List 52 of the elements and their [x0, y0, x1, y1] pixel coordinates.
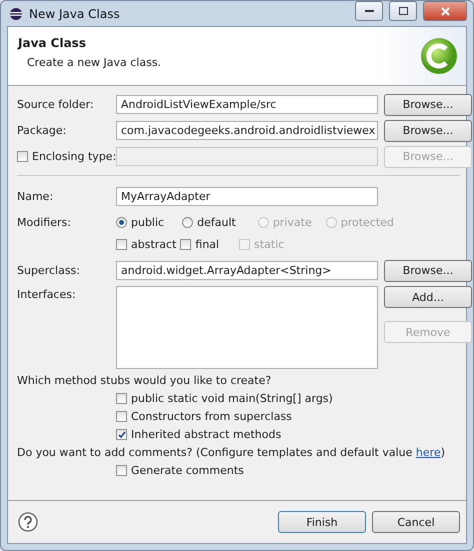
section-question: Which method stubs would you like to create? [17, 374, 272, 387]
field-label: Source folder: [17, 98, 95, 111]
option-label: Constructors from superclass [131, 410, 292, 423]
interfaces-list[interactable] [116, 286, 378, 369]
option-label: public [131, 216, 164, 229]
radio-button[interactable] [182, 217, 194, 228]
text-field[interactable]: android.widget.ArrayAdapter<String> [116, 261, 378, 280]
dialog-button[interactable]: Cancel [372, 511, 460, 533]
dialog-button[interactable]: Browse... [384, 120, 472, 142]
close-button[interactable] [423, 1, 467, 21]
text-field[interactable]: MyArrayAdapter [116, 187, 378, 206]
maximize-icon [398, 7, 408, 15]
dialog-button[interactable]: Browse... [384, 94, 472, 116]
checkbox[interactable] [116, 239, 127, 250]
class-icon [420, 37, 458, 75]
eclipse-icon [9, 6, 23, 20]
text-field[interactable]: com.javacodegeeks.android.androidlistviewex [116, 121, 378, 140]
section-question: Do you want to add comments? (Configure templates and default value here) [17, 446, 446, 459]
radio-button[interactable] [116, 217, 127, 228]
minimize-icon [364, 10, 374, 12]
text-field[interactable]: AndroidListViewExample/src [116, 95, 378, 114]
option-label: Generate comments [131, 464, 244, 477]
checkbox[interactable] [116, 429, 127, 440]
option-label: private [272, 216, 312, 229]
option-label: public static void main(String[] args) [131, 392, 333, 405]
help-icon[interactable] [18, 512, 38, 532]
checkbox[interactable] [116, 393, 127, 404]
option-label: static [254, 238, 284, 251]
page-title: Java Class [18, 36, 87, 50]
option-label: protected [340, 216, 394, 229]
field-label: Package: [17, 124, 68, 137]
checkbox[interactable] [116, 465, 127, 476]
option-label: default [197, 216, 236, 229]
dialog-button[interactable]: Add... [384, 286, 472, 308]
field-label: Interfaces: [17, 288, 77, 301]
page-description: Create a new Java class. [27, 56, 162, 69]
option-label: abstract [131, 238, 176, 251]
option-label: final [195, 238, 220, 251]
templates-link[interactable]: here [416, 446, 441, 459]
maximize-button[interactable] [389, 1, 417, 21]
checkbox[interactable] [116, 411, 127, 422]
field-label: Superclass: [17, 264, 81, 277]
minimize-button[interactable] [355, 1, 383, 21]
field-label: Enclosing type: [32, 150, 116, 163]
checkbox[interactable] [180, 239, 192, 250]
field-label: Modifiers: [17, 216, 72, 229]
dialog-button[interactable]: Browse... [384, 260, 472, 282]
window-title: New Java Class [29, 6, 121, 20]
option-label: Inherited abstract methods [131, 428, 282, 441]
field-label: Name: [17, 190, 54, 203]
close-icon [440, 6, 450, 16]
dialog-button[interactable]: Finish [278, 511, 366, 533]
